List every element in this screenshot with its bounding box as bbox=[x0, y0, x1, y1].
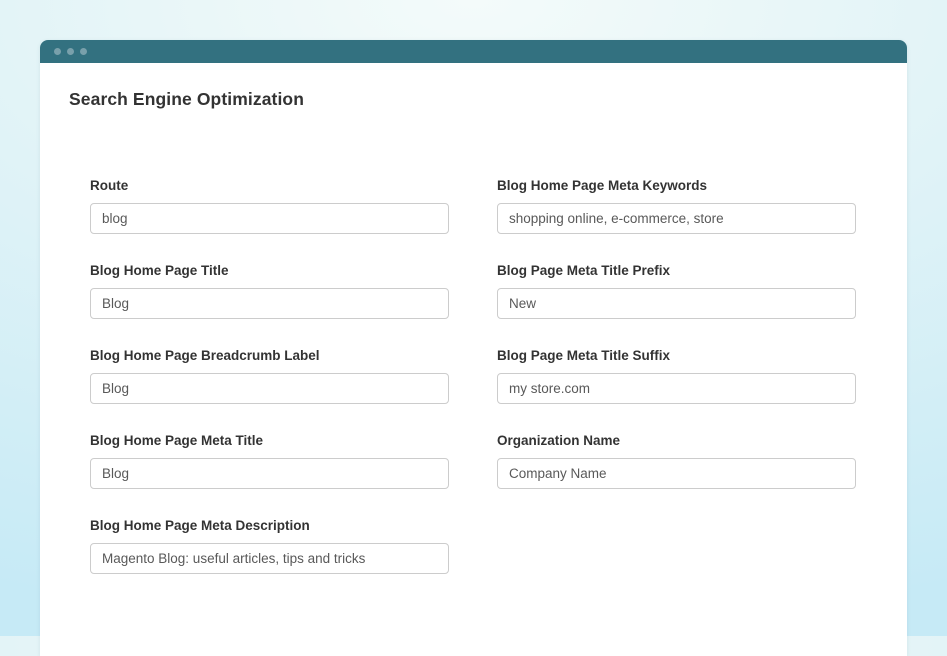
page-title: Search Engine Optimization bbox=[69, 89, 907, 110]
field-label: Route bbox=[90, 178, 449, 193]
form-field-title-prefix: Blog Page Meta Title Prefix bbox=[497, 263, 856, 319]
form-field-meta-keywords: Blog Home Page Meta Keywords bbox=[497, 178, 856, 234]
window-control-dot[interactable] bbox=[67, 48, 74, 55]
field-label: Blog Home Page Breadcrumb Label bbox=[90, 348, 449, 363]
form-left-column: Route Blog Home Page Title Blog Home Pag… bbox=[90, 178, 449, 603]
form-field-breadcrumb-label: Blog Home Page Breadcrumb Label bbox=[90, 348, 449, 404]
field-label: Blog Page Meta Title Prefix bbox=[497, 263, 856, 278]
field-label: Blog Home Page Meta Title bbox=[90, 433, 449, 448]
window-titlebar bbox=[40, 40, 907, 63]
field-label: Organization Name bbox=[497, 433, 856, 448]
form-field-route: Route bbox=[90, 178, 449, 234]
blog-home-page-breadcrumb-label-input[interactable] bbox=[90, 373, 449, 404]
route-input[interactable] bbox=[90, 203, 449, 234]
form-field-organization-name: Organization Name bbox=[497, 433, 856, 489]
window-control-dot[interactable] bbox=[54, 48, 61, 55]
field-label: Blog Home Page Title bbox=[90, 263, 449, 278]
form-field-home-title: Blog Home Page Title bbox=[90, 263, 449, 319]
blog-home-page-title-input[interactable] bbox=[90, 288, 449, 319]
settings-body: Search Engine Optimization Route Blog Ho… bbox=[40, 63, 907, 603]
blog-home-page-meta-description-input[interactable] bbox=[90, 543, 449, 574]
field-label: Blog Home Page Meta Keywords bbox=[497, 178, 856, 193]
form-field-meta-title: Blog Home Page Meta Title bbox=[90, 433, 449, 489]
blog-page-meta-title-suffix-input[interactable] bbox=[497, 373, 856, 404]
blog-page-meta-title-prefix-input[interactable] bbox=[497, 288, 856, 319]
organization-name-input[interactable] bbox=[497, 458, 856, 489]
seo-settings-form: Route Blog Home Page Title Blog Home Pag… bbox=[69, 178, 907, 603]
field-label: Blog Page Meta Title Suffix bbox=[497, 348, 856, 363]
field-label: Blog Home Page Meta Description bbox=[90, 518, 449, 533]
settings-card: Search Engine Optimization Route Blog Ho… bbox=[40, 40, 907, 656]
blog-home-page-meta-title-input[interactable] bbox=[90, 458, 449, 489]
form-field-meta-description: Blog Home Page Meta Description bbox=[90, 518, 449, 574]
window-control-dot[interactable] bbox=[80, 48, 87, 55]
form-right-column: Blog Home Page Meta Keywords Blog Page M… bbox=[497, 178, 856, 603]
blog-home-page-meta-keywords-input[interactable] bbox=[497, 203, 856, 234]
form-field-title-suffix: Blog Page Meta Title Suffix bbox=[497, 348, 856, 404]
